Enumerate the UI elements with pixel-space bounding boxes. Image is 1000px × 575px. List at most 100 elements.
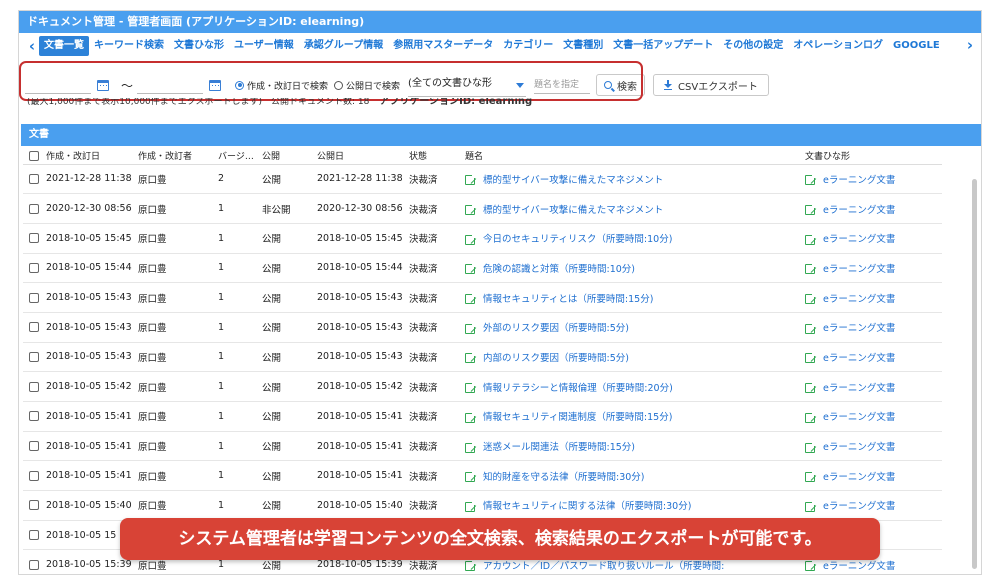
template-link[interactable]: eラーニング文書 xyxy=(823,294,895,305)
column-header[interactable]: 公開日 xyxy=(314,148,406,165)
template-link[interactable]: eラーニング文書 xyxy=(823,501,895,512)
radio-published-date[interactable]: 公開日で検索 xyxy=(334,79,400,92)
calendar-to-icon[interactable] xyxy=(209,79,222,91)
row-checkbox[interactable] xyxy=(29,233,39,244)
table-cell[interactable]: 危険の認識と対策（所要時間:10分) xyxy=(462,253,802,284)
table-cell[interactable]: 情報セキュリティとは（所要時間:15分) xyxy=(462,282,802,313)
column-header[interactable]: バージ… xyxy=(215,148,259,165)
table-cell[interactable]: eラーニング文書 xyxy=(802,401,942,432)
tab-item[interactable]: 文書種別 xyxy=(558,36,608,56)
table-cell[interactable]: eラーニング文書 xyxy=(802,164,942,195)
table-cell[interactable]: 情報セキュリティに関する法律（所要時間:30分) xyxy=(462,490,802,521)
document-title-link[interactable]: 内部のリスク要因（所要時間:5分) xyxy=(483,353,629,364)
template-link[interactable]: eラーニング文書 xyxy=(823,264,895,275)
column-header[interactable]: 作成・改訂者 xyxy=(135,148,215,165)
select-all-checkbox[interactable] xyxy=(29,150,39,161)
table-row[interactable]: 2018-10-05 15:41 原口豊 1 公開 2018-10-05 15:41 決裁… xyxy=(23,401,942,432)
table-cell[interactable]: 情報セキュリティ関連制度（所要時間:15分) xyxy=(462,401,802,432)
row-checkbox[interactable] xyxy=(29,530,39,541)
document-title-link[interactable]: 今日のセキュリティリスク（所要時間:10分) xyxy=(483,234,672,245)
template-link[interactable]: eラーニング文書 xyxy=(823,353,895,364)
open-external-icon[interactable] xyxy=(465,410,477,423)
document-title-link[interactable]: 情報セキュリティに関する法律（所要時間:30分) xyxy=(483,501,691,512)
row-checkbox[interactable] xyxy=(29,470,39,481)
template-link[interactable]: eラーニング文書 xyxy=(823,561,895,572)
row-checkbox[interactable] xyxy=(29,559,39,570)
open-external-icon[interactable] xyxy=(465,203,477,216)
tab-item[interactable]: 参照用マスターデータ xyxy=(388,36,498,56)
open-external-icon[interactable] xyxy=(805,381,817,394)
table-cell[interactable]: 標的型サイバー攻撃に備えたマネジメント xyxy=(462,164,802,195)
document-title-link[interactable]: 情報セキュリティ関連制度（所要時間:15分) xyxy=(483,412,672,423)
document-title-link[interactable]: 標的型サイバー攻撃に備えたマネジメント xyxy=(483,175,663,186)
template-link[interactable]: eラーニング文書 xyxy=(823,205,895,216)
document-title-link[interactable]: 危険の認識と対策（所要時間:10分) xyxy=(483,264,635,275)
table-cell[interactable]: 知的財産を守る法律（所要時間:30分) xyxy=(462,460,802,492)
tab-item[interactable]: その他の設定 xyxy=(718,36,788,56)
table-scrollbar[interactable] xyxy=(972,179,977,569)
table-row[interactable]: 2018-10-05 15:45 原口豊 1 公開 2018-10-05 15:45 決裁… xyxy=(23,223,942,254)
table-row[interactable]: 2021-12-28 11:38 原口豊 2 公開 2021-12-28 11:38 決裁… xyxy=(23,164,942,195)
template-link[interactable]: eラーニング文書 xyxy=(823,383,895,394)
table-row[interactable]: 2018-10-05 15:41 原口豊 1 公開 2018-10-05 15:41 決裁… xyxy=(23,431,942,462)
open-external-icon[interactable] xyxy=(805,262,817,275)
table-cell[interactable]: 迷惑メール関連法（所要時間:15分) xyxy=(462,431,802,462)
row-checkbox[interactable] xyxy=(29,351,39,362)
document-title-link[interactable]: 知的財産を守る法律（所要時間:30分) xyxy=(483,472,645,483)
open-external-icon[interactable] xyxy=(465,351,477,364)
row-checkbox[interactable] xyxy=(29,203,39,214)
table-cell[interactable]: eラーニング文書 xyxy=(802,371,942,402)
table-row[interactable]: 2020-12-30 08:56 原口豊 1 非公開 2020-12-30 08:56 決… xyxy=(23,193,942,224)
document-title-link[interactable]: 迷惑メール関連法（所要時間:15分) xyxy=(483,442,635,453)
table-row[interactable]: 2018-10-05 15:42 原口豊 1 公開 2018-10-05 15:42 決裁… xyxy=(23,371,942,402)
open-external-icon[interactable] xyxy=(805,292,817,305)
open-external-icon[interactable] xyxy=(465,262,477,275)
column-header[interactable]: 文書ひな形 xyxy=(802,148,942,165)
tab-item[interactable]: ユーザー情報 xyxy=(229,36,299,56)
open-external-icon[interactable] xyxy=(805,173,817,186)
open-external-icon[interactable] xyxy=(805,499,817,512)
row-checkbox[interactable] xyxy=(29,500,39,511)
open-external-icon[interactable] xyxy=(805,440,817,453)
tab-scroll-left-icon[interactable]: ‹ xyxy=(25,37,39,55)
csv-export-button[interactable]: CSVエクスポート xyxy=(653,74,769,96)
open-external-icon[interactable] xyxy=(805,559,817,572)
table-row[interactable]: 2018-10-05 15:41 原口豊 1 公開 2018-10-05 15:41 決裁… xyxy=(23,460,942,492)
column-header[interactable]: 公開 xyxy=(259,148,314,165)
row-checkbox[interactable] xyxy=(29,262,39,273)
table-row[interactable]: 2018-10-05 15:43 原口豊 1 公開 2018-10-05 15:43 決裁… xyxy=(23,282,942,313)
open-external-icon[interactable] xyxy=(805,470,817,483)
document-title-link[interactable]: 情報セキュリティとは（所要時間:15分) xyxy=(483,294,653,305)
template-link[interactable]: eラーニング文書 xyxy=(823,472,895,483)
open-external-icon[interactable] xyxy=(465,232,477,245)
open-external-icon[interactable] xyxy=(465,559,477,572)
open-external-icon[interactable] xyxy=(465,470,477,483)
column-header[interactable]: 作成・改訂日 xyxy=(43,148,135,165)
column-header[interactable]: 状態 xyxy=(406,148,462,165)
open-external-icon[interactable] xyxy=(805,410,817,423)
row-checkbox[interactable] xyxy=(29,173,39,184)
tab-item[interactable]: 承認グループ情報 xyxy=(299,36,388,56)
row-checkbox[interactable] xyxy=(29,381,39,392)
date-from-input[interactable] xyxy=(25,76,91,94)
document-title-link[interactable]: 外部のリスク要因（所要時間:5分) xyxy=(483,323,629,334)
table-cell[interactable]: 情報リテラシーと情報倫理（所要時間:20分) xyxy=(462,371,802,402)
open-external-icon[interactable] xyxy=(465,381,477,394)
row-checkbox[interactable] xyxy=(29,292,39,303)
table-row[interactable]: 2018-10-05 15:40 原口豊 1 公開 2018-10-05 15:40 決裁… xyxy=(23,490,942,521)
open-external-icon[interactable] xyxy=(805,351,817,364)
table-row[interactable]: 2018-10-05 15:43 原口豊 1 公開 2018-10-05 15:43 決裁… xyxy=(23,342,942,373)
template-link[interactable]: eラーニング文書 xyxy=(823,323,895,334)
date-to-input[interactable] xyxy=(137,76,204,94)
calendar-from-icon[interactable] xyxy=(97,79,109,91)
title-filter-input[interactable] xyxy=(534,76,591,94)
template-link[interactable]: eラーニング文書 xyxy=(823,175,895,186)
table-cell[interactable]: eラーニング文書 xyxy=(802,193,942,224)
open-external-icon[interactable] xyxy=(805,321,817,334)
table-cell[interactable]: 標的型サイバー攻撃に備えたマネジメント xyxy=(462,193,802,224)
column-header[interactable]: 題名 xyxy=(462,148,802,165)
table-cell[interactable]: 外部のリスク要因（所要時間:5分) xyxy=(462,312,802,343)
table-cell[interactable]: 内部のリスク要因（所要時間:5分) xyxy=(462,342,802,373)
open-external-icon[interactable] xyxy=(465,499,477,512)
tab-item[interactable]: 文書一括アップデート xyxy=(608,36,718,56)
